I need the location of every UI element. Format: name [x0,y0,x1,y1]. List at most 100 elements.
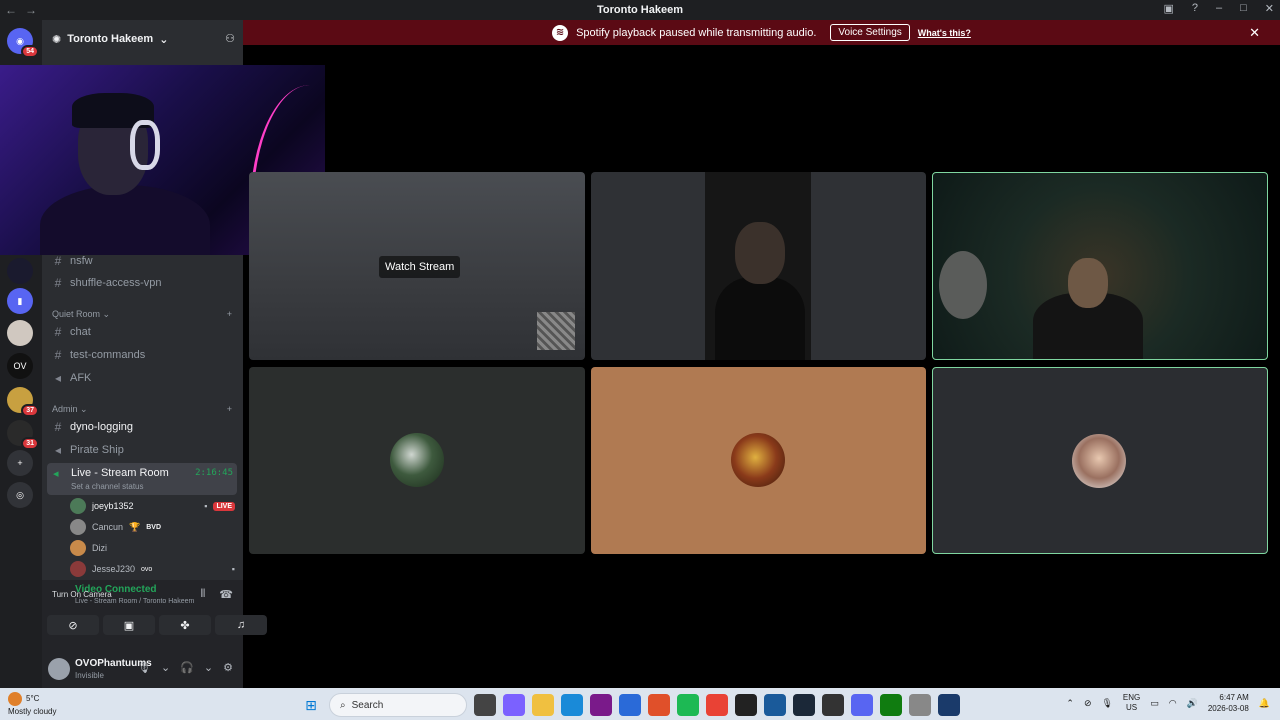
connection-location[interactable]: Live - Stream Room / Toronto Hakeem [75,598,194,605]
inbox-icon[interactable]: ▣ [1163,2,1173,15]
screen-share-button[interactable]: ▣ [103,615,155,635]
voice-member[interactable]: joeyb1352 ▪ LIVE [70,496,235,516]
maximize-icon[interactable]: □ [1240,2,1247,15]
voice-settings-button[interactable]: Voice Settings [830,24,910,41]
server-icon-ovo[interactable]: OV [7,353,33,379]
app-icon[interactable] [938,694,960,716]
camera-toggle-button[interactable]: ⊘ [47,615,99,635]
window-controls: ▣ ? – □ ✕ [1163,2,1274,15]
window-title: Toronto Hakeem [597,4,683,16]
chrome-icon[interactable] [706,694,728,716]
stream-tile[interactable]: Watch Stream [249,172,585,360]
watch-stream-button[interactable]: Watch Stream [379,256,461,278]
voice-channel-live-stream-room[interactable]: ◂ Live - Stream Room 2:16:45 Set a chann… [47,463,237,495]
avatar [70,561,86,577]
whats-this-link[interactable]: What's this? [918,28,971,38]
network-off-icon[interactable]: ⊘ [1084,698,1092,709]
start-icon[interactable]: ⊞ [300,694,322,716]
spotify-icon[interactable] [677,694,699,716]
display-icon[interactable]: ▭ [1150,698,1159,709]
add-channel-icon[interactable]: + [227,309,232,320]
avatar[interactable] [48,658,70,680]
channel-afk[interactable]: ◂ AFK [48,368,238,388]
server-icon-avatar[interactable] [7,320,33,346]
hash-icon: # [54,420,62,434]
soundboard-button[interactable]: ♫ [215,615,267,635]
voice-member[interactable]: JesseJ230 ovo ▪ [70,559,235,579]
copilot-icon[interactable] [503,694,525,716]
volume-icon[interactable]: 🔊 [1187,698,1198,709]
chevron-up-icon[interactable]: ⌃ [1066,698,1074,709]
xbox-icon[interactable] [880,694,902,716]
notifications-icon[interactable]: 🔔 [1259,698,1270,709]
channel-pirate-ship[interactable]: ◂ Pirate Ship [48,440,238,460]
close-window-icon[interactable]: ✕ [1265,2,1274,15]
participant-tile[interactable] [249,367,585,554]
direct-messages-button[interactable]: ◉ 54 [7,28,39,58]
qr-code-image [537,312,575,350]
member-tag: BVD [146,523,162,531]
forward-arrow-icon[interactable]: → [25,3,37,17]
channel-chat[interactable]: # chat [48,322,238,342]
app-icon[interactable] [619,694,641,716]
unread-badge: 54 [21,45,39,58]
app-icon[interactable] [822,694,844,716]
server-icon-sped[interactable] [7,258,33,284]
microphone-icon[interactable]: 🎙 [1101,698,1112,709]
close-banner-icon[interactable]: ✕ [1249,25,1260,41]
voice-member[interactable]: Cancun 🏆 BVD [70,517,235,537]
steam-icon[interactable] [793,694,815,716]
clock[interactable]: 6:47 AM 2026-03-08 [1208,692,1249,714]
participant-tile-speaking[interactable] [932,367,1268,554]
channel-label: shuffle-access-vpn [70,277,162,289]
discord-icon[interactable] [851,694,873,716]
app-icon[interactable] [648,694,670,716]
guild-header[interactable]: ✺ Toronto Hakeem ⌄ ⚇ [42,20,243,58]
language-indicator[interactable]: ENG US [1123,693,1140,713]
video-tile-speaking[interactable] [932,172,1268,360]
noise-suppression-icon[interactable]: ⦀ [200,588,205,601]
video-feed [705,172,811,360]
file-explorer-icon[interactable] [532,694,554,716]
search-box[interactable]: ⌕ Search [329,693,467,717]
category-admin[interactable]: Admin ⌄ + [52,404,238,415]
add-server-icon[interactable]: + [7,450,33,476]
channel-label: test-commands [70,349,146,361]
weather-widget[interactable]: 5°C Mostly cloudy [8,692,56,717]
headphones-icon[interactable]: 🎧 [180,661,194,674]
channel-status[interactable]: Set a channel status [71,482,144,491]
add-channel-icon[interactable]: + [227,404,232,415]
server-icon-phantom[interactable]: 31 [7,420,39,450]
participant-tile[interactable] [591,367,926,554]
task-view-icon[interactable] [474,694,496,716]
avatar [70,498,86,514]
video-tile[interactable] [591,172,926,360]
fan-shape [939,251,987,319]
minimize-icon[interactable]: – [1216,2,1222,15]
settings-gear-icon[interactable]: ⚙ [223,661,233,674]
app-icon[interactable] [909,694,931,716]
channel-dyno-logging[interactable]: # dyno-logging [48,417,238,437]
hash-icon: # [54,348,62,362]
back-arrow-icon[interactable]: ← [5,3,17,17]
app-icon[interactable] [764,694,786,716]
wifi-icon[interactable]: ◠ [1169,698,1177,709]
server-icon-gold[interactable]: 37 [7,387,39,417]
disconnect-icon[interactable]: ☎ [219,588,233,601]
microphone-icon[interactable]: 🎙 [137,661,151,674]
help-icon[interactable]: ? [1192,2,1198,15]
edge-icon[interactable] [561,694,583,716]
voice-member[interactable]: Dizi [70,538,235,558]
channel-test-commands[interactable]: # test-commands [48,345,238,365]
activities-button[interactable]: ✤ [159,615,211,635]
category-quiet-room[interactable]: Quiet Room ⌄ + [52,309,238,320]
chevron-down-icon[interactable]: ⌄ [204,661,213,674]
chevron-down-icon[interactable]: ⌄ [161,661,170,674]
nxt-icon[interactable] [590,694,612,716]
user-panel: OVOPhantuums Invisible 🎙 ⌄ 🎧 ⌄ ⚙ [42,650,243,688]
invite-icon[interactable]: ⚇ [225,32,235,45]
discover-icon[interactable]: ◎ [7,482,33,508]
server-folder-icon[interactable]: ▮ [7,288,33,314]
4k-icon[interactable] [735,694,757,716]
channel-shuffle-access-vpn[interactable]: # shuffle-access-vpn [48,273,238,293]
